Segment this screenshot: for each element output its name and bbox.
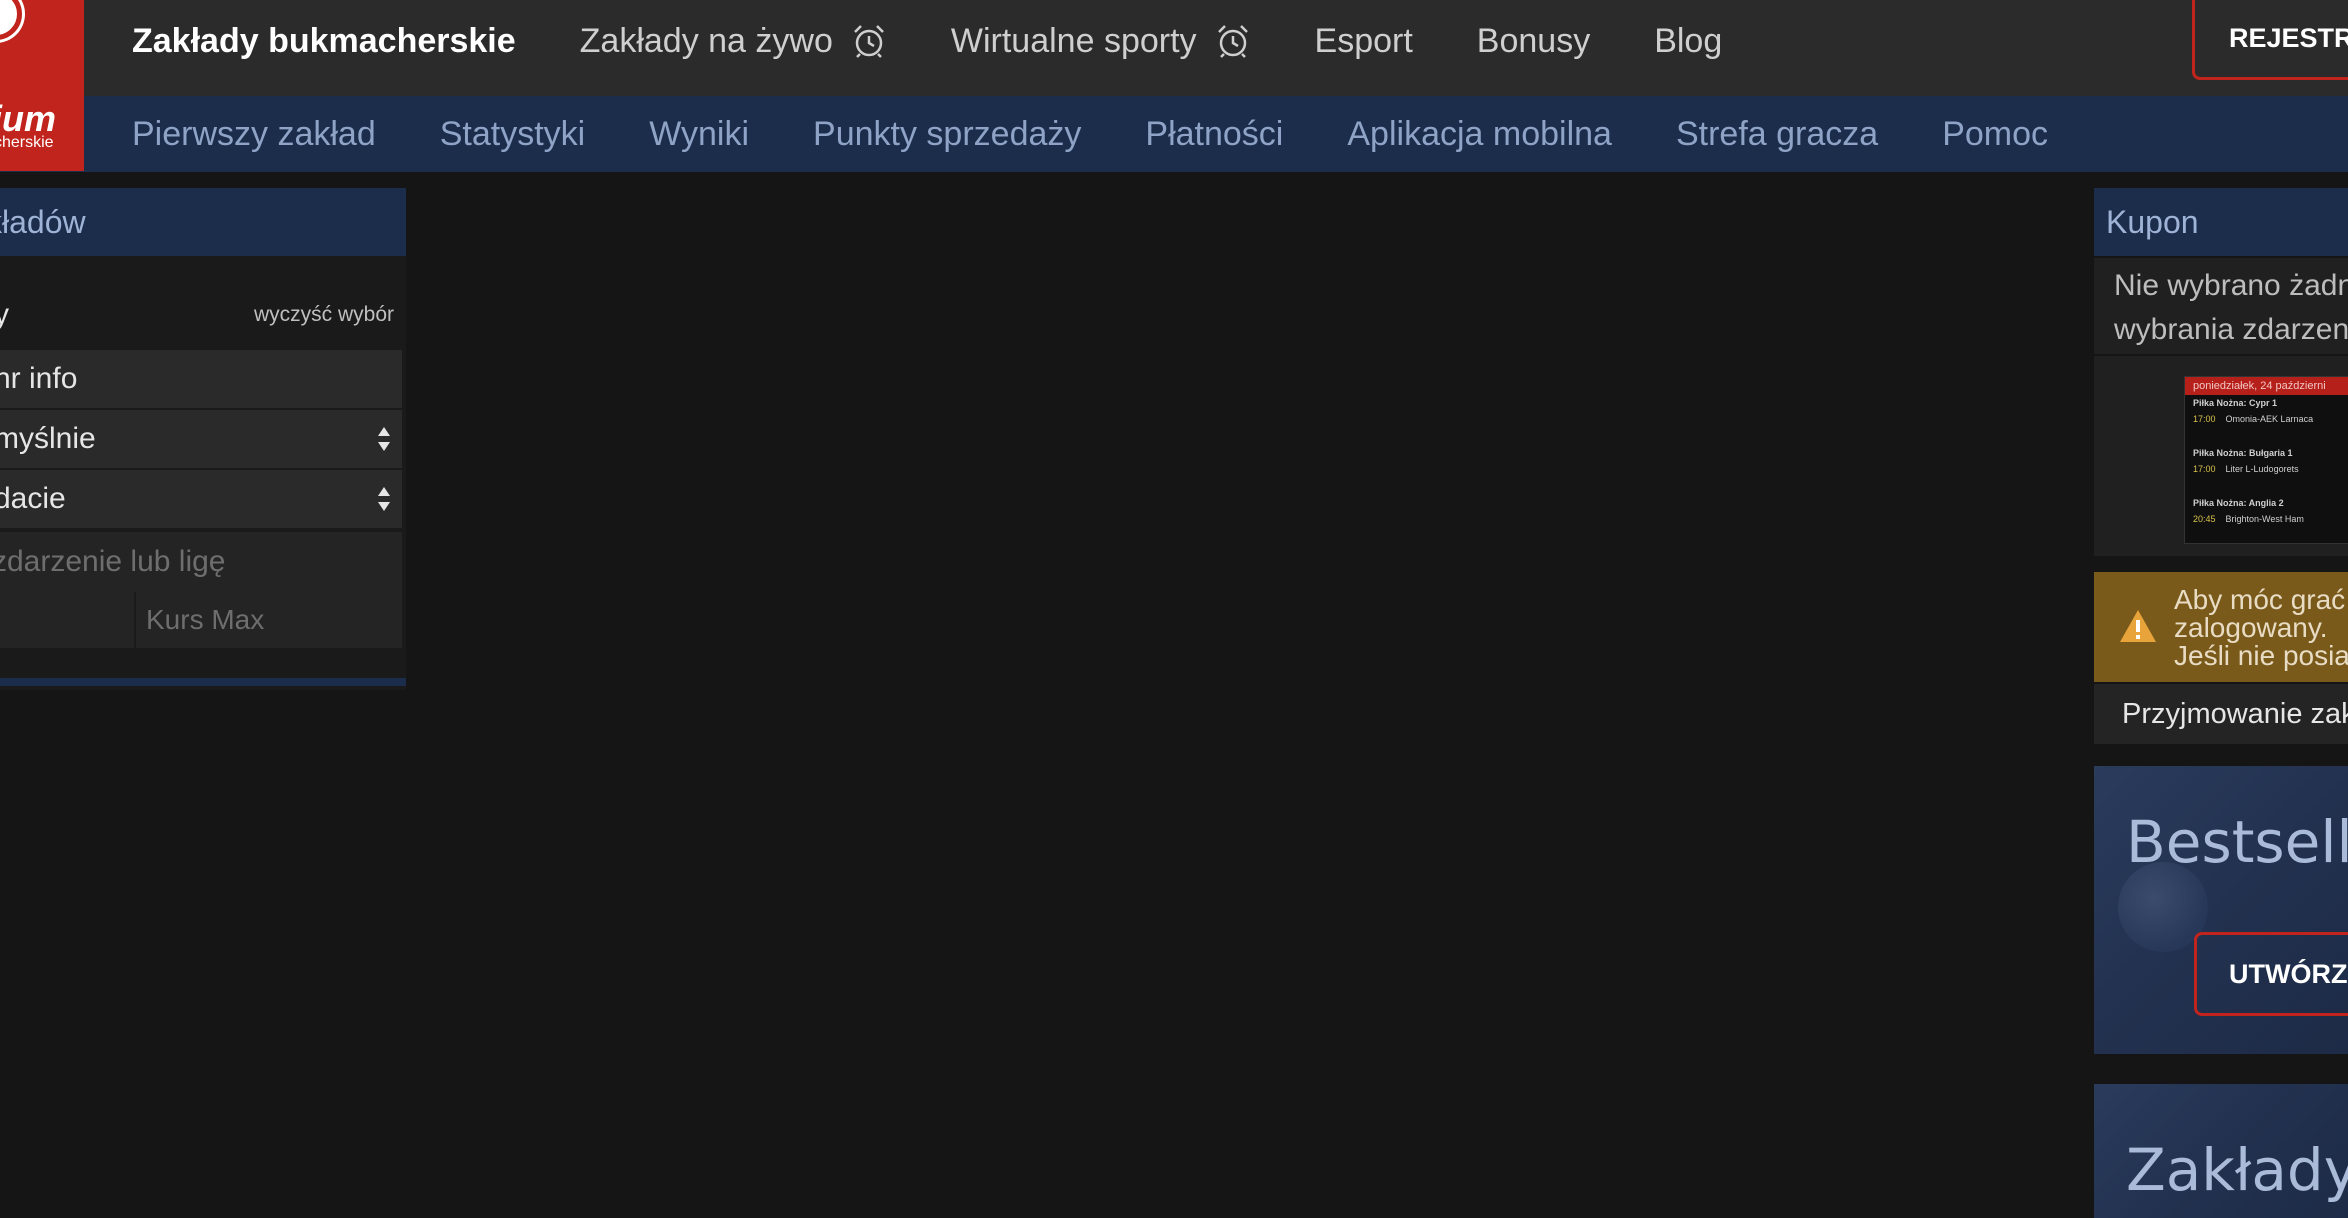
sort-select[interactable]: myślnie	[0, 410, 402, 468]
coupon-panel: Kupon Nie wybrano żadnyc wybrania zdarze…	[2094, 188, 2348, 1218]
warning-line: Jeśli nie posiad	[2174, 640, 2348, 671]
subnav-item-wyniki[interactable]: Wyniki	[649, 115, 749, 154]
bestseller-promo[interactable]: Bestseller UTWÓRZ S	[2094, 766, 2348, 1054]
nav-item-esport[interactable]: Esport	[1315, 22, 1413, 61]
sort-select-value: myślnie	[0, 422, 96, 455]
ticket-league: Piłka Nożna: Anglia 2	[2193, 498, 2284, 508]
subnav-item-aplikacja-mobilna[interactable]: Aplikacja mobilna	[1347, 115, 1612, 154]
nav-item-wirtualne-sporty[interactable]: Wirtualne sporty	[951, 22, 1251, 61]
nav-item-label: Esport	[1314, 21, 1413, 60]
login-warning: Aby móc grać p zalogowany. Jeśli nie pos…	[2094, 572, 2348, 682]
kurs-min-input[interactable]	[0, 592, 134, 648]
alarm-clock-icon	[1217, 25, 1248, 58]
promo-title: Bestseller	[2126, 808, 2348, 876]
select-arrows-icon	[378, 487, 390, 511]
subnav-item-statystyki[interactable]: Statystyki	[440, 115, 585, 154]
promo-title: Zakłady n	[2126, 1136, 2348, 1204]
subnav-item-pierwszy-zaklad[interactable]: Pierwszy zakład	[132, 115, 376, 154]
nav-item-label: Zakłady na żywo	[579, 21, 833, 60]
time-select[interactable]: dacie	[0, 470, 402, 528]
zaklady-promo[interactable]: Zakłady n	[2094, 1084, 2348, 1218]
sub-nav: Pierwszy zakład Statystyki Wyniki Punkty…	[132, 96, 2112, 172]
nav-item-blog[interactable]: Blog	[1654, 22, 1722, 61]
nav-item-bonusy[interactable]: Bonusy	[1477, 22, 1590, 61]
info-number-row[interactable]: nr info	[0, 350, 402, 408]
nav-item-label: Bonusy	[1476, 21, 1591, 60]
nav-item-label: Wirtualne sporty	[950, 21, 1197, 60]
nav-item-label: Zakłady bukmacherskie	[132, 21, 516, 60]
warning-line: zalogowany.	[2174, 612, 2328, 643]
warning-icon	[2120, 610, 2156, 642]
coupon-example-image: poniedziałek, 24 październi Piłka Nożna:…	[2094, 356, 2348, 556]
create-bet-button[interactable]: UTWÓRZ S	[2194, 932, 2348, 1016]
event-search-input[interactable]: zdarzenie lub ligę	[0, 532, 402, 592]
panel-title: kładów	[0, 203, 86, 240]
ball-logo-icon	[0, 0, 22, 40]
coupon-message-line: wybrania zdarzenia	[2114, 313, 2348, 346]
filter-row: y wyczyść wybór	[0, 286, 402, 344]
time-select-value: dacie	[0, 482, 66, 515]
coupon-header: Kupon	[2094, 188, 2348, 256]
ticket-league: Piłka Nożna: Bułgaria 1	[2193, 448, 2293, 458]
nav-item-zaklady-bukmacherskie[interactable]: Zakłady bukmacherskie	[132, 22, 516, 61]
nav-item-label: Blog	[1654, 21, 1723, 60]
logo-subtitle: cherskie	[0, 134, 54, 151]
ticket-league: Piłka Nożna: Cypr 1	[2193, 398, 2278, 408]
subnav-item-pomoc[interactable]: Pomoc	[1942, 115, 2048, 154]
kurs-max-input[interactable]: Kurs Max	[136, 592, 402, 648]
filter-label: y	[0, 298, 9, 331]
nav-item-zaklady-na-zywo[interactable]: Zakłady na żywo	[580, 22, 887, 61]
info-number-label: nr info	[0, 362, 78, 395]
alarm-clock-icon	[854, 25, 884, 58]
coupon-message-line: Nie wybrano żadnyc	[2114, 269, 2348, 302]
clear-selection-link[interactable]: wyczyść wybór	[254, 303, 394, 327]
example-ticket: poniedziałek, 24 październi Piłka Nożna:…	[2184, 376, 2348, 544]
subnav-item-punkty-sprzedazy[interactable]: Punkty sprzedaży	[813, 115, 1081, 154]
panel-bottom-border	[0, 678, 406, 686]
subnav-item-platnosci[interactable]: Płatności	[1145, 115, 1283, 154]
ticket-date: poniedziałek, 24 październi	[2185, 377, 2348, 395]
subnav-item-strefa-gracza[interactable]: Strefa gracza	[1676, 115, 1878, 154]
register-button[interactable]: REJESTRA	[2192, 0, 2348, 80]
warning-line: Aby móc grać p	[2174, 584, 2348, 615]
odds-range-row: Kurs Max	[0, 592, 402, 648]
bet-acceptance-row[interactable]: Przyjmowanie zakła	[2094, 684, 2348, 744]
search-placeholder: zdarzenie lub ligę	[0, 545, 226, 578]
brand-logo[interactable]: ium cherskie	[0, 0, 84, 171]
ticket-match: 17:00 Omonia-AEK Larnaca	[2193, 414, 2314, 424]
ticket-match: 17:00 Liter L-Ludogorets	[2193, 464, 2299, 474]
select-arrows-icon	[378, 427, 390, 451]
ticket-match: 20:45 Brighton-West Ham	[2193, 514, 2304, 524]
main-nav: Zakłady bukmacherskie Zakłady na żywo Wi…	[132, 0, 1786, 82]
panel-header: kładów	[0, 188, 406, 256]
bet-filter-panel: kładów y wyczyść wybór nr info myślnie d…	[0, 188, 406, 690]
coupon-empty-message: Nie wybrano żadnyc wybrania zdarzenia	[2094, 258, 2348, 354]
